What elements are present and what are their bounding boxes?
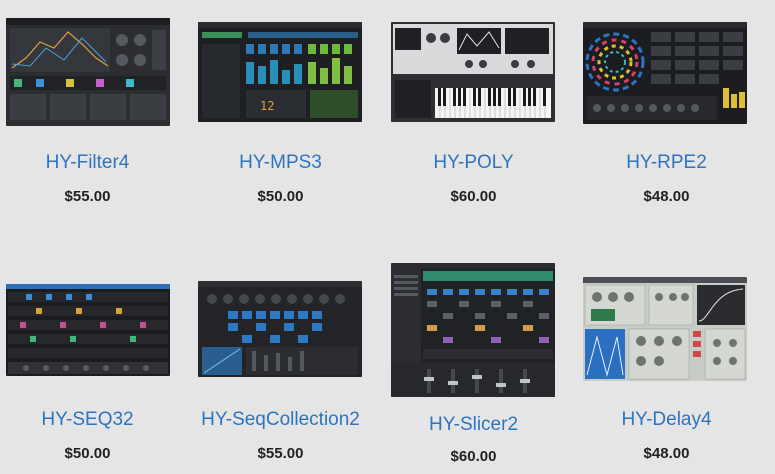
product-price: $48.00: [643, 188, 690, 205]
product-price: $60.00: [450, 448, 497, 465]
product-name[interactable]: HY-RPE2: [570, 152, 763, 174]
product-price: $55.00: [257, 445, 304, 462]
svg-text:12: 12: [260, 99, 274, 113]
product-name[interactable]: HY-Delay4: [570, 409, 763, 431]
product-name[interactable]: HY-Filter4: [0, 152, 184, 174]
product-image[interactable]: [391, 22, 555, 122]
product-image[interactable]: [6, 18, 170, 126]
product-price: $50.00: [257, 188, 304, 205]
product-image[interactable]: [6, 284, 170, 376]
product-image[interactable]: 12: [198, 22, 362, 122]
product-name[interactable]: HY-Slicer2: [377, 414, 570, 436]
product-name[interactable]: HY-POLY: [377, 152, 570, 174]
product-price: $55.00: [64, 188, 111, 205]
product-name[interactable]: HY-SeqCollection2: [184, 409, 377, 431]
product-image[interactable]: [583, 22, 747, 124]
product-name[interactable]: HY-MPS3: [184, 152, 377, 174]
product-image[interactable]: [198, 281, 362, 377]
product-price: $50.00: [64, 445, 111, 462]
product-price: $48.00: [643, 445, 690, 462]
product-name[interactable]: HY-SEQ32: [0, 409, 184, 431]
product-image[interactable]: [391, 263, 555, 397]
product-price: $60.00: [450, 188, 497, 205]
product-image[interactable]: [583, 277, 747, 381]
